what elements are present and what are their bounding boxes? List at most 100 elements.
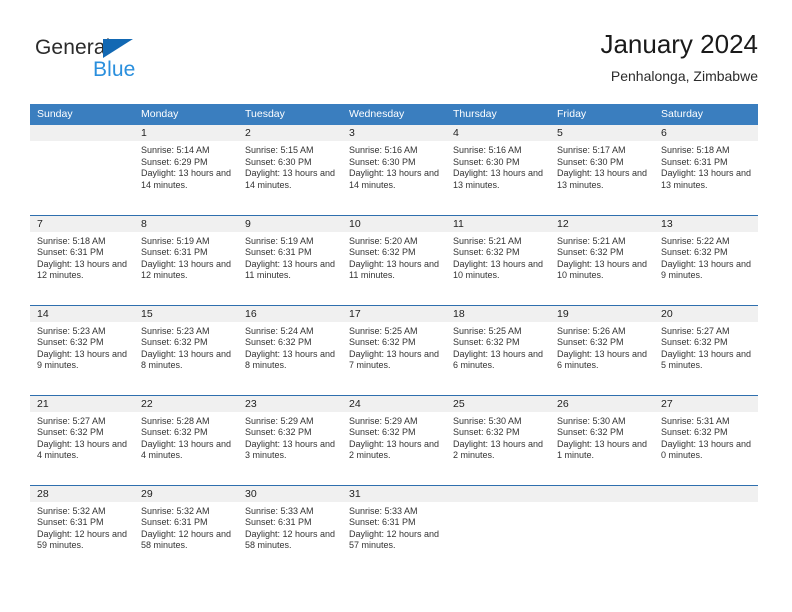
page-title: January 2024 [600, 29, 758, 59]
day-details: Sunrise: 5:23 AM Sunset: 6:32 PM Daylight:… [30, 322, 134, 372]
sunrise-text: Sunrise: 5:29 AM [349, 415, 418, 426]
sunset-text: Sunset: 6:32 PM [141, 427, 208, 438]
calendar-day-cell[interactable]: 9 Sunrise: 5:19 AM Sunset: 6:31 PM Daylight… [238, 214, 342, 305]
day-number: 12 [550, 215, 654, 232]
calendar-day-cell[interactable]: 26 Sunrise: 5:30 AM Sunset: 6:32 PM Dayligh… [550, 394, 654, 485]
sunrise-text: Sunrise: 5:23 AM [37, 325, 106, 336]
sunrise-text: Sunrise: 5:24 AM [245, 325, 314, 336]
calendar-day-cell[interactable]: 6 Sunrise: 5:18 AM Sunset: 6:31 PM Daylight… [654, 125, 758, 215]
calendar-body: 1 Sunrise: 5:14 AM Sunset: 6:29 PM Daylight… [30, 125, 758, 575]
day-number: 6 [654, 125, 758, 141]
calendar-week-row: 14 Sunrise: 5:23 AM Sunset: 6:32 PM Dayligh… [30, 304, 758, 395]
sunset-text: Sunset: 6:31 PM [245, 517, 312, 528]
day-details: Sunrise: 5:27 AM Sunset: 6:32 PM Daylight:… [654, 322, 758, 372]
day-number: 31 [342, 485, 446, 502]
sunset-text: Sunset: 6:32 PM [37, 427, 104, 438]
sunset-text: Sunset: 6:32 PM [245, 427, 312, 438]
day-details: Sunrise: 5:20 AM Sunset: 6:32 PM Daylight:… [342, 232, 446, 282]
sunrise-text: Sunrise: 5:19 AM [141, 235, 210, 246]
calendar-day-cell[interactable]: 11 Sunrise: 5:21 AM Sunset: 6:32 PM Dayligh… [446, 214, 550, 305]
calendar-day-cell[interactable]: 8 Sunrise: 5:19 AM Sunset: 6:31 PM Daylight… [134, 214, 238, 305]
sunrise-text: Sunrise: 5:19 AM [245, 235, 314, 246]
sunrise-text: Sunrise: 5:18 AM [661, 145, 730, 155]
sunset-text: Sunset: 6:29 PM [141, 156, 208, 167]
calendar-day-cell[interactable]: 24 Sunrise: 5:29 AM Sunset: 6:32 PM Dayligh… [342, 394, 446, 485]
calendar-header-row: Sunday Monday Tuesday Wednesday Thursday… [30, 104, 758, 125]
calendar-day-cell[interactable]: 14 Sunrise: 5:23 AM Sunset: 6:32 PM Dayligh… [30, 304, 134, 395]
sunset-text: Sunset: 6:31 PM [141, 517, 208, 528]
sunset-text: Sunset: 6:32 PM [557, 427, 624, 438]
calendar-day-cell[interactable]: 30 Sunrise: 5:33 AM Sunset: 6:31 PM Dayligh… [238, 484, 342, 575]
calendar-day-cell[interactable]: 17 Sunrise: 5:25 AM Sunset: 6:32 PM Dayligh… [342, 304, 446, 395]
sunset-text: Sunset: 6:32 PM [661, 427, 728, 438]
sunset-text: Sunset: 6:32 PM [141, 337, 208, 348]
calendar-day-cell[interactable]: 20 Sunrise: 5:27 AM Sunset: 6:32 PM Dayligh… [654, 304, 758, 395]
daylight-text: Daylight: 13 hours and 7 minutes. [349, 348, 440, 371]
calendar-day-cell[interactable]: 13 Sunrise: 5:22 AM Sunset: 6:32 PM Dayligh… [654, 214, 758, 305]
calendar-day-cell[interactable]: 31 Sunrise: 5:33 AM Sunset: 6:31 PM Dayligh… [342, 484, 446, 575]
location-subtitle: Penhalonga, Zimbabwe [610, 68, 758, 84]
calendar-week-row: 21 Sunrise: 5:27 AM Sunset: 6:32 PM Dayligh… [30, 394, 758, 485]
calendar-empty-cell [550, 484, 654, 575]
sunrise-text: Sunrise: 5:33 AM [245, 505, 314, 516]
day-number: 18 [446, 305, 550, 322]
calendar-day-cell[interactable]: 3 Sunrise: 5:16 AM Sunset: 6:30 PM Daylight… [342, 125, 446, 215]
weekday-header: Sunday Monday Tuesday Wednesday Thursday… [30, 104, 758, 125]
calendar-day-cell[interactable]: 18 Sunrise: 5:25 AM Sunset: 6:32 PM Dayligh… [446, 304, 550, 395]
generalblue-logo[interactable]: General Blue [35, 36, 235, 92]
sunrise-text: Sunrise: 5:27 AM [37, 415, 106, 426]
calendar-day-cell[interactable]: 2 Sunrise: 5:15 AM Sunset: 6:30 PM Daylight… [238, 125, 342, 215]
calendar-day-cell[interactable]: 4 Sunrise: 5:16 AM Sunset: 6:30 PM Daylight… [446, 125, 550, 215]
sunrise-text: Sunrise: 5:22 AM [661, 235, 730, 246]
weekday-header-monday: Monday [134, 104, 238, 125]
day-number: 1 [134, 125, 238, 141]
day-number [654, 485, 758, 502]
day-details: Sunrise: 5:19 AM Sunset: 6:31 PM Daylight:… [134, 232, 238, 282]
sunset-text: Sunset: 6:31 PM [245, 247, 312, 258]
sunrise-text: Sunrise: 5:21 AM [453, 235, 522, 246]
calendar-day-cell[interactable]: 16 Sunrise: 5:24 AM Sunset: 6:32 PM Dayligh… [238, 304, 342, 395]
calendar-day-cell[interactable]: 19 Sunrise: 5:26 AM Sunset: 6:32 PM Dayligh… [550, 304, 654, 395]
sunset-text: Sunset: 6:31 PM [349, 517, 416, 528]
calendar-day-cell[interactable]: 23 Sunrise: 5:29 AM Sunset: 6:32 PM Dayligh… [238, 394, 342, 485]
calendar-empty-cell [654, 484, 758, 575]
sunset-text: Sunset: 6:32 PM [557, 337, 624, 348]
calendar-day-cell[interactable]: 21 Sunrise: 5:27 AM Sunset: 6:32 PM Dayligh… [30, 394, 134, 485]
calendar-day-cell[interactable]: 27 Sunrise: 5:31 AM Sunset: 6:32 PM Dayligh… [654, 394, 758, 485]
day-details: Sunrise: 5:28 AM Sunset: 6:32 PM Daylight:… [134, 412, 238, 462]
weekday-header-wednesday: Wednesday [342, 104, 446, 125]
calendar-day-cell[interactable]: 5 Sunrise: 5:17 AM Sunset: 6:30 PM Daylight… [550, 125, 654, 215]
sunset-text: Sunset: 6:32 PM [661, 247, 728, 258]
day-number: 25 [446, 395, 550, 412]
day-number: 5 [550, 125, 654, 141]
daylight-text: Daylight: 12 hours and 59 minutes. [37, 528, 128, 551]
calendar-day-cell[interactable]: 22 Sunrise: 5:28 AM Sunset: 6:32 PM Dayligh… [134, 394, 238, 485]
daylight-text: Daylight: 13 hours and 12 minutes. [37, 258, 128, 281]
daylight-text: Daylight: 13 hours and 0 minutes. [661, 438, 752, 461]
calendar-day-cell[interactable]: 7 Sunrise: 5:18 AM Sunset: 6:31 PM Daylight… [30, 214, 134, 305]
masthead: General Blue January 2024 Penhalonga, Zi… [30, 28, 758, 96]
daylight-text: Daylight: 13 hours and 8 minutes. [141, 348, 232, 371]
calendar-empty-cell [30, 125, 134, 215]
calendar-day-cell[interactable]: 29 Sunrise: 5:32 AM Sunset: 6:31 PM Dayligh… [134, 484, 238, 575]
day-number: 28 [30, 485, 134, 502]
sunrise-text: Sunrise: 5:28 AM [141, 415, 210, 426]
day-details: Sunrise: 5:27 AM Sunset: 6:32 PM Daylight:… [30, 412, 134, 462]
sunrise-text: Sunrise: 5:25 AM [453, 325, 522, 336]
calendar-day-cell[interactable]: 1 Sunrise: 5:14 AM Sunset: 6:29 PM Daylight… [134, 125, 238, 215]
calendar-day-cell[interactable]: 28 Sunrise: 5:32 AM Sunset: 6:31 PM Dayligh… [30, 484, 134, 575]
calendar-day-cell[interactable]: 10 Sunrise: 5:20 AM Sunset: 6:32 PM Dayligh… [342, 214, 446, 305]
calendar-empty-cell [446, 484, 550, 575]
calendar-day-cell[interactable]: 15 Sunrise: 5:23 AM Sunset: 6:32 PM Dayligh… [134, 304, 238, 395]
daylight-text: Daylight: 13 hours and 14 minutes. [141, 168, 232, 190]
day-details: Sunrise: 5:19 AM Sunset: 6:31 PM Daylight:… [238, 232, 342, 282]
daylight-text: Daylight: 13 hours and 4 minutes. [37, 438, 128, 461]
calendar-day-cell[interactable]: 12 Sunrise: 5:21 AM Sunset: 6:32 PM Dayligh… [550, 214, 654, 305]
calendar-day-cell[interactable]: 25 Sunrise: 5:30 AM Sunset: 6:32 PM Dayligh… [446, 394, 550, 485]
day-details: Sunrise: 5:25 AM Sunset: 6:32 PM Daylight:… [342, 322, 446, 372]
daylight-text: Daylight: 13 hours and 9 minutes. [37, 348, 128, 371]
daylight-text: Daylight: 12 hours and 58 minutes. [245, 528, 336, 551]
day-number: 29 [134, 485, 238, 502]
day-number: 3 [342, 125, 446, 141]
day-details: Sunrise: 5:33 AM Sunset: 6:31 PM Daylight:… [238, 502, 342, 552]
